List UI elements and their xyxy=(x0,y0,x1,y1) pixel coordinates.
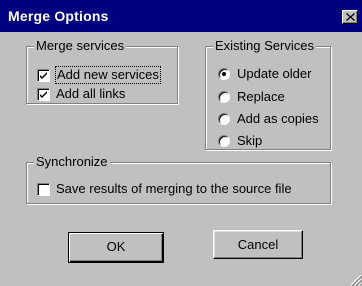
radio-label: Update older xyxy=(237,66,312,81)
window-title: Merge Options xyxy=(8,8,109,24)
checkbox-box[interactable] xyxy=(37,68,50,82)
close-button[interactable] xyxy=(342,10,358,24)
checkmark-icon xyxy=(40,90,47,98)
radio-button[interactable] xyxy=(218,68,230,80)
ok-button[interactable]: OK xyxy=(68,232,164,263)
radio-label: Replace xyxy=(237,89,285,104)
save-results-checkbox[interactable]: Save results of merging to the source fi… xyxy=(37,181,292,197)
save-results-label: Save results of merging to the source fi… xyxy=(56,181,292,196)
cancel-button[interactable]: Cancel xyxy=(213,230,303,259)
radio-label: Skip xyxy=(237,133,263,148)
dialog-body: Merge services Add new services Add all … xyxy=(0,34,362,286)
radio-replace[interactable]: Replace xyxy=(218,89,285,105)
synchronize-legend: Synchronize xyxy=(34,154,110,170)
close-icon xyxy=(346,13,355,21)
radio-button[interactable] xyxy=(218,113,230,125)
title-bar[interactable]: Merge Options xyxy=(0,0,362,34)
add-new-services-checkbox[interactable]: Add new services xyxy=(37,66,161,84)
checkbox-box[interactable] xyxy=(37,182,50,196)
existing-services-legend: Existing Services xyxy=(213,38,316,54)
radio-button[interactable] xyxy=(218,135,230,147)
merge-services-legend: Merge services xyxy=(34,38,127,54)
add-new-services-label: Add new services xyxy=(55,66,161,84)
radio-button[interactable] xyxy=(218,91,230,103)
resize-grip-icon[interactable] xyxy=(350,274,362,286)
radio-add-as-copies[interactable]: Add as copies xyxy=(218,111,319,127)
radio-selected-dot xyxy=(222,72,226,76)
add-all-links-checkbox[interactable]: Add all links xyxy=(37,86,125,102)
add-all-links-label: Add all links xyxy=(56,86,126,101)
radio-skip[interactable]: Skip xyxy=(218,133,262,149)
radio-label: Add as copies xyxy=(237,111,319,126)
radio-update-older[interactable]: Update older xyxy=(218,66,311,82)
checkmark-icon xyxy=(40,71,47,79)
checkbox-box[interactable] xyxy=(37,87,50,101)
